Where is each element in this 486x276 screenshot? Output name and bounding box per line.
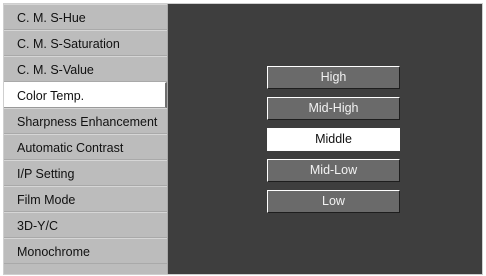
- option-middle[interactable]: Middle: [267, 128, 400, 151]
- osd-menu-window: C. M. S-Hue C. M. S-Saturation C. M. S-V…: [3, 3, 483, 275]
- menu-item-automatic-contrast[interactable]: Automatic Contrast: [4, 134, 167, 160]
- menu-item-monochrome[interactable]: Monochrome: [4, 238, 167, 264]
- menu-item-ip-setting[interactable]: I/P Setting: [4, 160, 167, 186]
- option-mid-high[interactable]: Mid-High: [267, 97, 400, 120]
- menu-item-3d-yc[interactable]: 3D-Y/C: [4, 212, 167, 238]
- option-low[interactable]: Low: [267, 190, 400, 213]
- settings-menu-list: C. M. S-Hue C. M. S-Saturation C. M. S-V…: [4, 4, 168, 274]
- menu-item-cms-saturation[interactable]: C. M. S-Saturation: [4, 30, 167, 56]
- menu-item-cms-hue[interactable]: C. M. S-Hue: [4, 4, 167, 30]
- menu-item-cms-value[interactable]: C. M. S-Value: [4, 56, 167, 82]
- option-mid-low[interactable]: Mid-Low: [267, 159, 400, 182]
- color-temp-options-panel: High Mid-High Middle Mid-Low Low: [168, 4, 482, 274]
- menu-item-film-mode[interactable]: Film Mode: [4, 186, 167, 212]
- menu-item-color-temp[interactable]: Color Temp.: [4, 82, 167, 108]
- menu-item-sharpness[interactable]: Sharpness Enhancement: [4, 108, 167, 134]
- option-high[interactable]: High: [267, 66, 400, 89]
